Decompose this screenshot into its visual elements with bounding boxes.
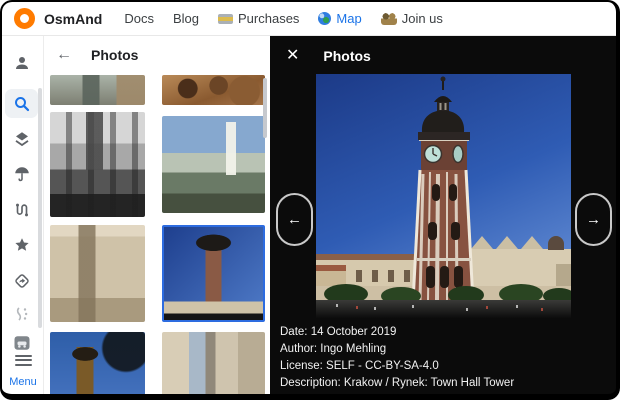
hamburger-icon: [15, 352, 32, 368]
banknotes-icon: [218, 14, 233, 24]
photos-panel-header: ← Photos: [44, 36, 270, 74]
sidebar-scrollbar[interactable]: [38, 88, 42, 328]
photo-license: License: SELF - CC-BY-SA-4.0: [280, 358, 608, 375]
plan-route-icon[interactable]: [12, 200, 32, 220]
photo-details: Date: 14 October 2019 Author: Ingo Mehli…: [280, 324, 608, 392]
photos-panel: ← Photos: [44, 36, 270, 394]
photos-panel-title: Photos: [91, 47, 138, 63]
photo-thumbnail-8[interactable]: [162, 332, 265, 394]
top-nav: OsmAnd Docs Blog Purchases Map Join us: [2, 2, 616, 36]
photo-thumbnail-3[interactable]: [50, 112, 145, 217]
photo-thumbnail-5[interactable]: [50, 225, 145, 322]
photo-description: Description: Krakow / Rynek: Town Hall T…: [280, 375, 608, 392]
arrow-left-icon: ←: [287, 211, 302, 228]
account-icon[interactable]: [12, 53, 32, 73]
nav-item-map[interactable]: Map: [318, 11, 361, 26]
arrow-right-icon: →: [586, 211, 601, 228]
app-window: OsmAnd Docs Blog Purchases Map Join us: [0, 0, 620, 400]
people-icon: [381, 13, 397, 25]
search-icon[interactable]: [12, 94, 32, 114]
photo-date: Date: 14 October 2019: [280, 324, 608, 341]
photo-thumbnail-7[interactable]: [50, 332, 145, 394]
main-photo: [316, 74, 571, 318]
close-icon[interactable]: ✕: [286, 48, 299, 64]
osmand-logo-icon[interactable]: [14, 8, 35, 29]
next-photo-button[interactable]: →: [575, 193, 612, 246]
nav-item-docs[interactable]: Docs: [124, 11, 154, 26]
menu-label: Menu: [2, 376, 44, 388]
nav-item-join-us[interactable]: Join us: [381, 11, 443, 26]
track-recorder-icon[interactable]: [12, 304, 32, 324]
photo-author: Author: Ingo Mehling: [280, 341, 608, 358]
nav-item-blog[interactable]: Blog: [173, 11, 199, 26]
back-arrow-icon[interactable]: ←: [56, 46, 72, 64]
photo-thumbnail-6-selected[interactable]: [162, 225, 265, 322]
photos-scrollbar[interactable]: [263, 78, 267, 138]
brand-title[interactable]: OsmAnd: [44, 11, 102, 27]
photo-thumbnail-2[interactable]: [162, 75, 265, 105]
favorites-star-icon[interactable]: [12, 235, 32, 255]
previous-photo-button[interactable]: ←: [276, 193, 313, 246]
viewer-title: Photos: [323, 48, 370, 64]
navigation-icon[interactable]: [12, 271, 32, 291]
weather-umbrella-icon[interactable]: [12, 164, 32, 184]
viewer-header: ✕ Photos: [270, 36, 616, 76]
photo-thumbnail-4[interactable]: [162, 116, 265, 213]
nav-item-purchases[interactable]: Purchases: [218, 11, 299, 26]
tool-sidebar: Menu: [2, 36, 44, 394]
layers-icon[interactable]: [12, 129, 32, 149]
globe-icon: [318, 12, 331, 25]
android-auto-icon[interactable]: [12, 333, 32, 353]
photo-viewer: ✕ Photos: [270, 36, 616, 394]
photo-thumbnail-1[interactable]: [50, 75, 145, 105]
menu-button[interactable]: Menu: [2, 352, 44, 388]
